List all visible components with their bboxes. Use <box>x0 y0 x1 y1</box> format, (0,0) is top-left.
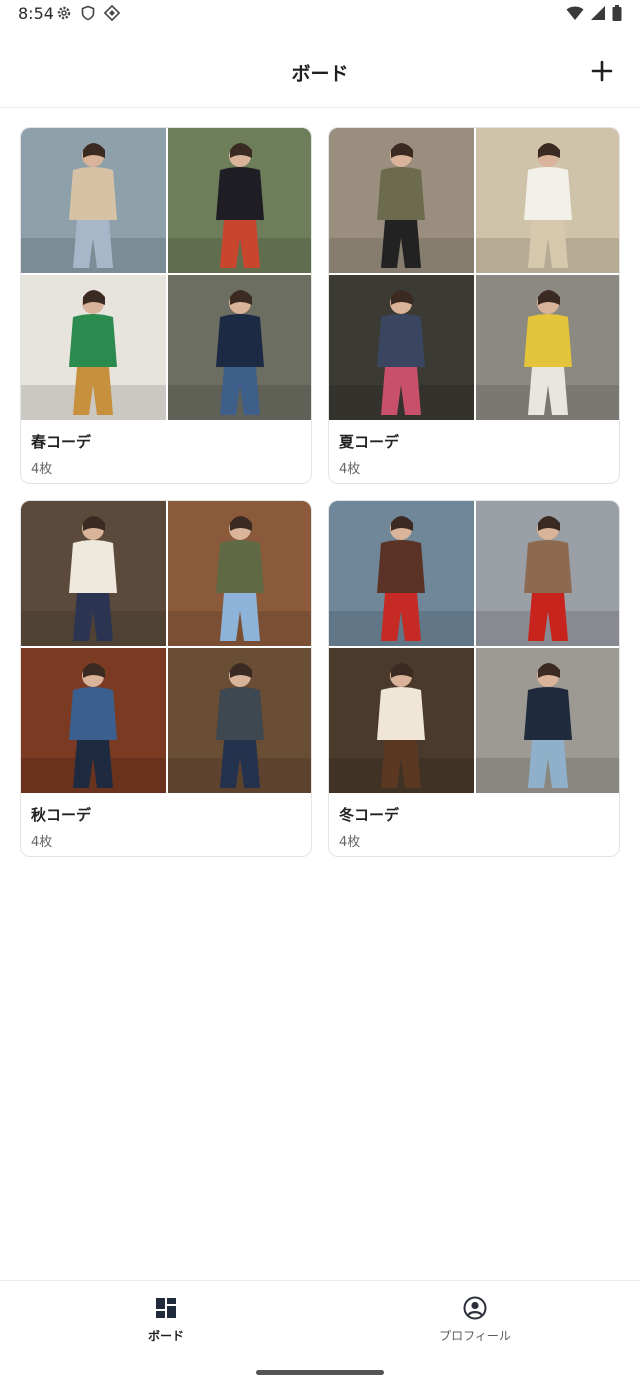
page-title: ボード <box>291 63 349 85</box>
nav-label-profile: プロフィール <box>439 1329 511 1343</box>
bottom-navigation: ボード プロフィール <box>0 1280 640 1386</box>
board-card[interactable]: 秋コーデ 4枚 <box>20 500 312 857</box>
shield-icon <box>80 5 96 21</box>
add-board-button[interactable] <box>588 57 616 85</box>
signal-icon <box>590 5 606 21</box>
board-card[interactable]: 冬コーデ 4枚 <box>328 500 620 857</box>
outfit-photo <box>21 128 166 273</box>
battery-icon <box>612 5 622 21</box>
board-grid: 春コーデ 4枚 夏コーデ 4枚 秋コーデ 4枚 冬コーデ 4枚 <box>20 127 620 857</box>
outfit-photo <box>21 648 166 793</box>
status-system-icons <box>566 5 622 21</box>
board-photo-count: 4枚 <box>339 835 361 850</box>
outfit-photo <box>168 128 311 273</box>
board-title: 冬コーデ <box>339 806 400 824</box>
board-photo-count: 4枚 <box>339 462 361 477</box>
status-bar: 8:54 <box>0 0 640 30</box>
board-title: 夏コーデ <box>339 433 400 451</box>
board-photo-count: 4枚 <box>31 835 53 850</box>
diamond-icon <box>104 5 120 21</box>
outfit-photo <box>476 275 619 420</box>
settings-icon <box>56 5 72 21</box>
board-card[interactable]: 春コーデ 4枚 <box>20 127 312 484</box>
status-time: 8:54 <box>18 4 54 23</box>
board-collage <box>329 128 619 420</box>
nav-label-boards: ボード <box>147 1329 184 1343</box>
wifi-icon <box>566 5 584 21</box>
board-title: 春コーデ <box>31 433 92 451</box>
outfit-photo <box>476 501 619 646</box>
account-circle-icon <box>462 1295 488 1321</box>
outfit-photo <box>329 648 474 793</box>
board-card[interactable]: 夏コーデ 4枚 <box>328 127 620 484</box>
board-title: 秋コーデ <box>31 806 92 824</box>
app-bar: ボード <box>0 30 640 108</box>
outfit-photo <box>21 501 166 646</box>
plus-icon <box>591 60 613 82</box>
outfit-photo <box>329 501 474 646</box>
outfit-photo <box>476 648 619 793</box>
nav-item-boards[interactable]: ボード <box>66 1295 266 1345</box>
outfit-photo <box>21 275 166 420</box>
board-collage <box>21 128 311 420</box>
outfit-photo <box>168 275 311 420</box>
board-collage <box>329 501 619 793</box>
outfit-photo <box>168 501 311 646</box>
nav-item-profile[interactable]: プロフィール <box>375 1295 575 1345</box>
board-collage <box>21 501 311 793</box>
outfit-photo <box>329 275 474 420</box>
outfit-photo <box>168 648 311 793</box>
status-notification-icons <box>56 5 120 21</box>
outfit-photo <box>329 128 474 273</box>
home-indicator[interactable] <box>256 1370 384 1375</box>
outfit-photo <box>476 128 619 273</box>
dashboard-icon <box>153 1295 179 1321</box>
board-photo-count: 4枚 <box>31 462 53 477</box>
